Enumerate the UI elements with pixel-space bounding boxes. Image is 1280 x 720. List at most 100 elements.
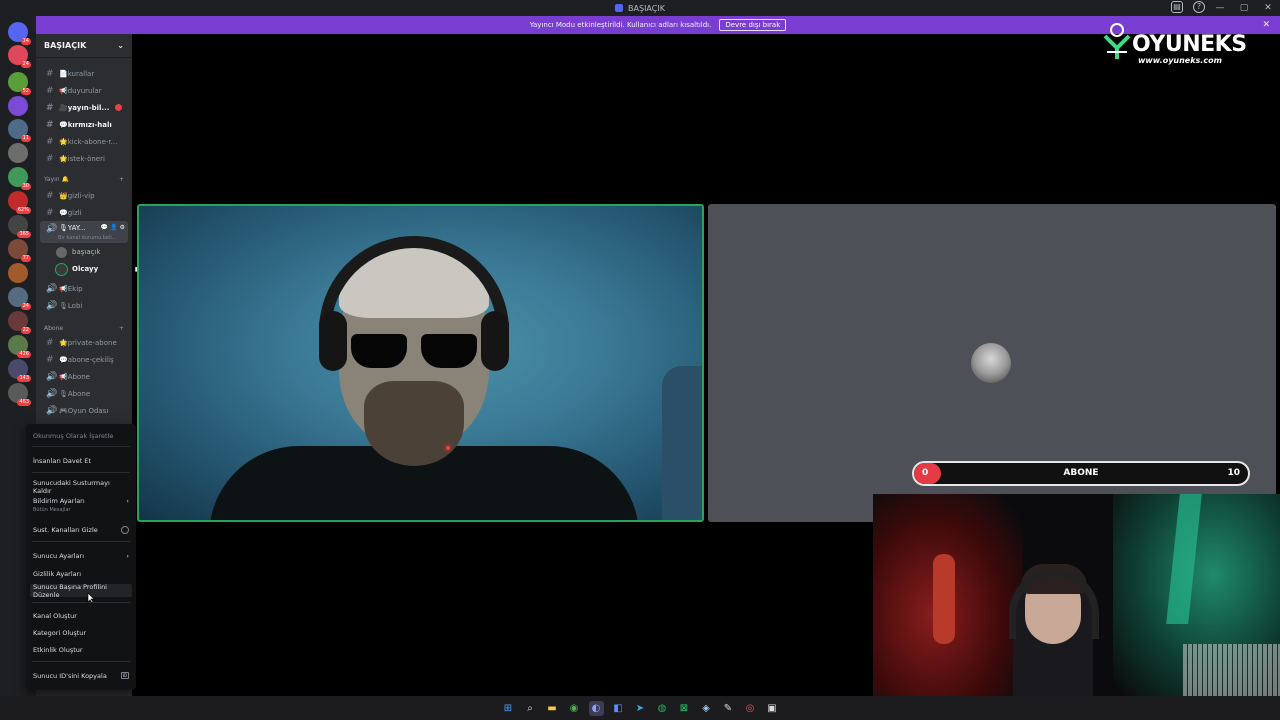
text-channel-icon: #	[46, 68, 54, 79]
spotify-icon[interactable]: ◍	[655, 701, 670, 716]
notification-settings-item[interactable]: Bildirim Ayarları › Bütün Mesajlar	[30, 497, 132, 517]
channel-item[interactable]: # 💬abone-çekiliş	[40, 352, 128, 367]
server-icon[interactable]: 52	[8, 72, 31, 95]
inbox-icon[interactable]: ▤	[1171, 1, 1183, 13]
app-icon[interactable]: ◧	[611, 701, 626, 716]
channel-item[interactable]: # 🌟istek-öneri	[40, 151, 128, 166]
plus-icon[interactable]: +	[119, 325, 124, 332]
server-icon[interactable]: 24	[8, 45, 31, 68]
maximize-button[interactable]: ▢	[1232, 0, 1256, 16]
server-icon[interactable]: 22	[8, 311, 31, 334]
server-icon[interactable]: 426	[8, 335, 31, 358]
headphone-ear-left	[319, 311, 347, 371]
video-tile-speaking[interactable]	[137, 204, 704, 522]
category-header[interactable]: Abone +	[44, 325, 124, 332]
privacy-settings-item[interactable]: Gizlilik Ayarları	[30, 567, 132, 580]
server-icon[interactable]	[8, 143, 28, 163]
text-channel-icon: #	[46, 207, 54, 218]
sunglasses-right	[421, 334, 477, 368]
invite-people-item[interactable]: İnsanları Davet Et	[30, 454, 132, 467]
obs-icon[interactable]: ◎	[743, 701, 758, 716]
piano-keyboard	[1183, 644, 1280, 696]
banner-text: Yayıncı Modu etkinleştirildi. Kullanıcı …	[529, 21, 712, 29]
channel-item[interactable]: # 👑gizli-vip	[40, 188, 128, 203]
help-icon[interactable]: ?	[1193, 1, 1205, 13]
tool-icon[interactable]: ✎	[721, 701, 736, 716]
server-icon[interactable]	[8, 263, 28, 283]
create-event-item[interactable]: Etkinlik Oluştur	[30, 643, 132, 656]
subscriber-goal-label: ABONE	[1063, 468, 1099, 478]
voice-user[interactable]: başıaçık	[56, 245, 100, 259]
create-channel-item[interactable]: Kanal Oluştur	[30, 609, 132, 622]
chevron-right-icon: ›	[126, 497, 129, 505]
server-icon[interactable]: 77	[8, 239, 31, 262]
voice-channel-icon: 🔊	[46, 224, 58, 234]
channel-item[interactable]: # 🎥yayın-bil...	[40, 100, 128, 115]
telegram-icon[interactable]: ➤	[633, 701, 648, 716]
file-explorer-icon[interactable]: ▬	[545, 701, 560, 716]
server-name: BAŞIAÇIK	[44, 41, 87, 50]
search-icon[interactable]: ⌕	[523, 701, 538, 716]
category-header[interactable]: Yayın 🔔 +	[44, 176, 124, 183]
menu-divider	[32, 541, 130, 542]
server-settings-item[interactable]: Sunucu Ayarları ›	[30, 549, 132, 562]
streamer-mode-banner: Yayıncı Modu etkinleştirildi. Kullanıcı …	[36, 16, 1280, 34]
subscriber-goal-target: 10	[1227, 468, 1240, 478]
guitar	[933, 554, 955, 644]
chrome-icon[interactable]: ◉	[567, 701, 582, 716]
voice-channel-icon: 🔊	[46, 371, 58, 382]
server-icon[interactable]: 365	[8, 215, 31, 238]
voice-channel-actions-icon[interactable]: 💬 👤 ⚙	[101, 224, 125, 231]
server-icon[interactable]	[8, 96, 28, 116]
channel-item[interactable]: # 💬gizli	[40, 205, 128, 220]
windows-start-icon[interactable]: ⊞	[501, 701, 516, 716]
voice-channel-icon: 🔊	[46, 300, 58, 311]
channel-item[interactable]: # 💬kırmızı-halı	[40, 117, 128, 132]
hide-muted-channels-item[interactable]: Sust. Kanalları Gizle	[30, 523, 132, 536]
voice-channel-icon: 🔊	[46, 388, 58, 399]
text-channel-icon: #	[46, 190, 54, 201]
server-header[interactable]: BAŞIAÇIK ⌄	[36, 34, 132, 58]
channel-item[interactable]: # 📄kurallar	[40, 66, 128, 81]
mark-as-read-item[interactable]: Okunmuş Olarak İşaretle	[30, 429, 132, 442]
xbox-icon[interactable]: ⊠	[677, 701, 692, 716]
banner-close-icon[interactable]: ✕	[1262, 20, 1270, 30]
channel-item[interactable]: # 🌟private-abone	[40, 335, 128, 350]
server-icon[interactable]: 143	[8, 359, 31, 382]
menu-divider	[32, 472, 130, 473]
copy-server-id-item[interactable]: Sunucu ID'sini Kopyala ID	[30, 669, 132, 682]
server-icon[interactable]: 11	[8, 119, 31, 142]
text-channel-icon: #	[46, 153, 54, 164]
brand-url: www.oyuneks.com	[1138, 56, 1222, 65]
channel-item[interactable]: # 📢duyurular	[40, 83, 128, 98]
server-icon[interactable]: 62%	[8, 191, 31, 214]
unmute-server-item[interactable]: Sunucudaki Susturmayı Kaldır	[30, 479, 132, 495]
channel-item[interactable]: # 🌟kick-abone-r...	[40, 134, 128, 149]
steam-icon[interactable]: ◈	[699, 701, 714, 716]
plus-icon[interactable]: +	[119, 176, 124, 183]
create-category-item[interactable]: Kategori Oluştur	[30, 626, 132, 639]
server-icon[interactable]: 14	[8, 22, 31, 45]
server-context-menu: Okunmuş Olarak İşaretle İnsanları Davet …	[26, 424, 136, 690]
voice-user[interactable]: Olcayy▮	[56, 262, 138, 276]
voice-channel-icon: 🔊	[46, 405, 58, 416]
server-icon[interactable]: 30	[8, 167, 31, 190]
edit-server-profile-item[interactable]: Sunucu Başına Profilini Düzenle	[30, 583, 132, 599]
close-window-button[interactable]: ✕	[1256, 0, 1280, 16]
channel-item[interactable]: 🔊 📢Abone	[40, 369, 128, 384]
channel-item[interactable]: 🔊 📢Ekip	[40, 281, 128, 296]
minimize-button[interactable]: —	[1208, 0, 1232, 16]
channel-item[interactable]: 🔊 🎙Lobi	[40, 298, 128, 313]
disable-streamer-mode-button[interactable]: Devre dışı bırak	[719, 19, 787, 31]
discord-icon[interactable]: ◐	[588, 700, 604, 716]
server-icon[interactable]: 463	[8, 383, 31, 406]
channel-item[interactable]: 🔊 🎮Oyun Odası	[40, 403, 128, 418]
id-icon: ID	[121, 672, 129, 679]
discord-logo-icon	[615, 4, 624, 12]
chevron-down-icon: ⌄	[117, 41, 124, 50]
text-channel-icon: #	[46, 136, 54, 147]
channel-item[interactable]: 🔊 🎙Abone	[40, 386, 128, 401]
checkbox-icon[interactable]	[121, 525, 129, 534]
app2-icon[interactable]: ▣	[765, 701, 780, 716]
server-icon[interactable]: 24	[8, 287, 31, 310]
